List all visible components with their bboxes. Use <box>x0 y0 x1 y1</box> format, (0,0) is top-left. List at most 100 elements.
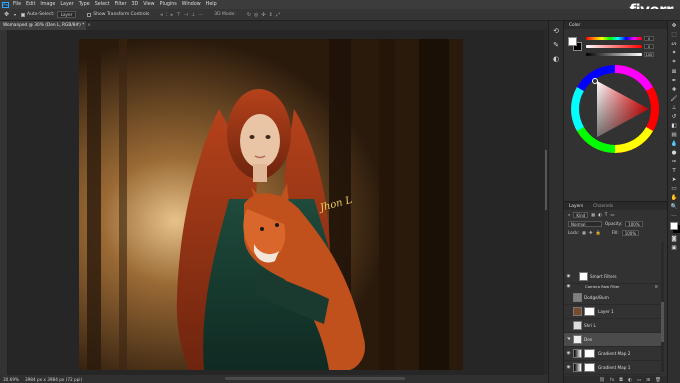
align-top-icon[interactable]: ⊤ <box>176 12 180 18</box>
auto-select-target-dropdown[interactable]: Layer <box>56 11 77 18</box>
zoom-level[interactable]: 30.69% <box>3 377 19 382</box>
align-middle-icon[interactable]: ⊣ <box>184 12 188 18</box>
rotate-3d-icon[interactable]: ↻ <box>247 12 251 18</box>
more-options-icon[interactable]: ⋯ <box>198 12 203 18</box>
frame-tool-icon[interactable]: ⊠ <box>672 69 677 75</box>
drag-3d-icon[interactable]: ✣ <box>261 12 265 18</box>
eyedropper-tool-icon[interactable]: ✒ <box>672 78 677 84</box>
screen-mode-icon[interactable]: ▣ <box>671 245 676 251</box>
trash-icon[interactable]: 🗑 <box>655 378 661 383</box>
eraser-tool-icon[interactable]: ◧ <box>671 123 676 129</box>
brightness-value[interactable]: 100 <box>644 52 654 57</box>
document-tab[interactable]: Womanped @ 30% (Den L, RGB/8#) * × <box>0 21 91 30</box>
chevron-down-icon[interactable]: ▾ <box>14 12 16 17</box>
menu-3d[interactable]: 3D <box>131 2 138 7</box>
visibility-eye-icon[interactable]: ◉ <box>564 274 573 279</box>
gradient-tool-icon[interactable]: ▤ <box>671 132 676 138</box>
roll-3d-icon[interactable]: ◎ <box>254 12 258 18</box>
hand-tool-icon[interactable]: ✋ <box>671 195 678 201</box>
lock-position-icon[interactable]: ✥ <box>589 230 593 235</box>
layer-row-layer-1[interactable]: Layer 1 <box>564 305 661 319</box>
lock-all-icon[interactable]: 🔒 <box>595 230 600 236</box>
filter-pixel-icon[interactable]: ▦ <box>591 212 595 217</box>
canvas-horizontal-scrollbar[interactable] <box>225 377 405 380</box>
mask-icon[interactable]: ◘ <box>619 378 623 383</box>
scale-3d-icon[interactable]: ⤢ <box>276 12 280 18</box>
visibility-eye-icon[interactable]: ◉ <box>564 351 573 356</box>
canvas-area[interactable]: Jhon L <box>8 30 544 375</box>
opacity-field[interactable]: 100% <box>625 220 643 227</box>
menu-layer[interactable]: Layer <box>60 2 73 7</box>
lock-pixels-icon[interactable]: ▦ <box>582 230 586 235</box>
move-tool-icon[interactable]: ✥ <box>4 11 9 18</box>
stamp-tool-icon[interactable]: ⊥ <box>672 105 677 111</box>
menu-plugins[interactable]: Plugins <box>160 2 177 7</box>
layer-row-camera-raw[interactable]: ◉ Camera Raw Filter ≡ <box>564 282 661 290</box>
shape-tool-icon[interactable]: ▭ <box>671 186 676 192</box>
color-swatches-icon[interactable] <box>670 222 678 230</box>
crop-tool-icon[interactable]: ⌗ <box>672 59 675 66</box>
brightness-slider[interactable] <box>586 53 642 56</box>
healing-tool-icon[interactable]: ✚ <box>672 87 677 93</box>
history-icon[interactable]: ⟲ <box>553 27 559 35</box>
brush-settings-icon[interactable]: ✎ <box>553 41 559 49</box>
fx-icon[interactable]: fx <box>610 378 614 383</box>
hue-slider[interactable] <box>586 37 642 40</box>
menu-edit[interactable]: Edit <box>26 2 35 7</box>
lasso-tool-icon[interactable]: ᔕ <box>672 41 677 47</box>
align-right-icon[interactable]: ⫸ <box>170 12 173 18</box>
slide-3d-icon[interactable]: ⇕ <box>269 12 273 18</box>
more-tools-icon[interactable]: ⋯ <box>671 213 677 219</box>
folder-icon[interactable]: ▭ <box>637 378 641 383</box>
zoom-tool-icon[interactable]: 🔍 <box>671 204 678 210</box>
menu-help[interactable]: Help <box>206 2 217 7</box>
filter-shape-icon[interactable]: ▭ <box>610 212 614 217</box>
auto-select-checkbox[interactable] <box>21 12 26 17</box>
brush-tool-icon[interactable]: 🖌 <box>671 96 678 102</box>
saturation-value[interactable]: 0 <box>644 44 654 49</box>
tab-color[interactable]: Color <box>567 23 582 28</box>
path-select-tool-icon[interactable]: ➤ <box>672 177 677 183</box>
align-center-icon[interactable]: ⫶ <box>166 12 167 18</box>
close-tab-icon[interactable]: × <box>87 23 91 28</box>
quick-mask-icon[interactable]: ◙ <box>671 236 676 242</box>
layer-row-shri-l[interactable]: Shri L <box>564 319 661 333</box>
move-tool-icon[interactable]: ✥ <box>672 23 677 29</box>
quick-select-tool-icon[interactable]: ✦ <box>672 50 677 56</box>
scrollbar-thumb[interactable] <box>545 150 547 210</box>
align-left-icon[interactable]: ⫷ <box>160 12 163 18</box>
menu-type[interactable]: Type <box>79 2 90 7</box>
filter-type-icon[interactable]: T <box>605 212 608 217</box>
layer-row-dodge-burn[interactable]: Dodge/Burn <box>564 291 661 305</box>
layer-row-gradient-map-1[interactable]: ◉ Gradient Map 1 <box>564 361 661 375</box>
link-icon[interactable]: ⛓ <box>599 378 605 383</box>
menu-window[interactable]: Window <box>182 2 201 7</box>
color-wheel[interactable] <box>569 63 661 155</box>
foreground-color-swatch[interactable] <box>568 37 577 46</box>
tab-channels[interactable]: Channels <box>591 204 615 209</box>
blur-tool-icon[interactable]: 💧 <box>671 141 678 147</box>
marquee-tool-icon[interactable]: ⬚ <box>671 32 676 38</box>
layers-scrollbar[interactable] <box>661 242 664 372</box>
menu-file[interactable]: File <box>13 2 21 7</box>
saturation-slider[interactable] <box>586 45 642 48</box>
adjustment-icon[interactable]: ◐ <box>628 378 632 383</box>
blend-mode-dropdown[interactable]: Normal <box>568 220 602 227</box>
history-brush-icon[interactable]: ↺ <box>672 114 677 120</box>
menu-image[interactable]: Image <box>40 2 55 7</box>
visibility-eye-icon[interactable]: ◉ <box>564 365 573 370</box>
dodge-tool-icon[interactable]: ● <box>672 150 677 156</box>
properties-icon[interactable]: ◐ <box>553 55 559 63</box>
transform-controls-checkbox[interactable] <box>87 12 92 17</box>
layers-scrollbar-thumb[interactable] <box>661 302 664 342</box>
hue-value[interactable]: 0 <box>644 36 654 41</box>
menu-filter[interactable]: Filter <box>115 2 127 7</box>
tab-layers[interactable]: Layers <box>567 204 585 209</box>
align-bottom-icon[interactable]: ⊥ <box>191 12 195 18</box>
filter-options-icon[interactable]: ≡ <box>654 284 658 289</box>
menu-view[interactable]: View <box>143 2 154 7</box>
layer-row-den[interactable]: ☚ Den <box>564 333 661 347</box>
layer-filter-dropdown[interactable]: Kind <box>573 211 589 218</box>
menu-select[interactable]: Select <box>95 2 110 7</box>
photoshop-logo[interactable]: Ps <box>2 1 9 8</box>
